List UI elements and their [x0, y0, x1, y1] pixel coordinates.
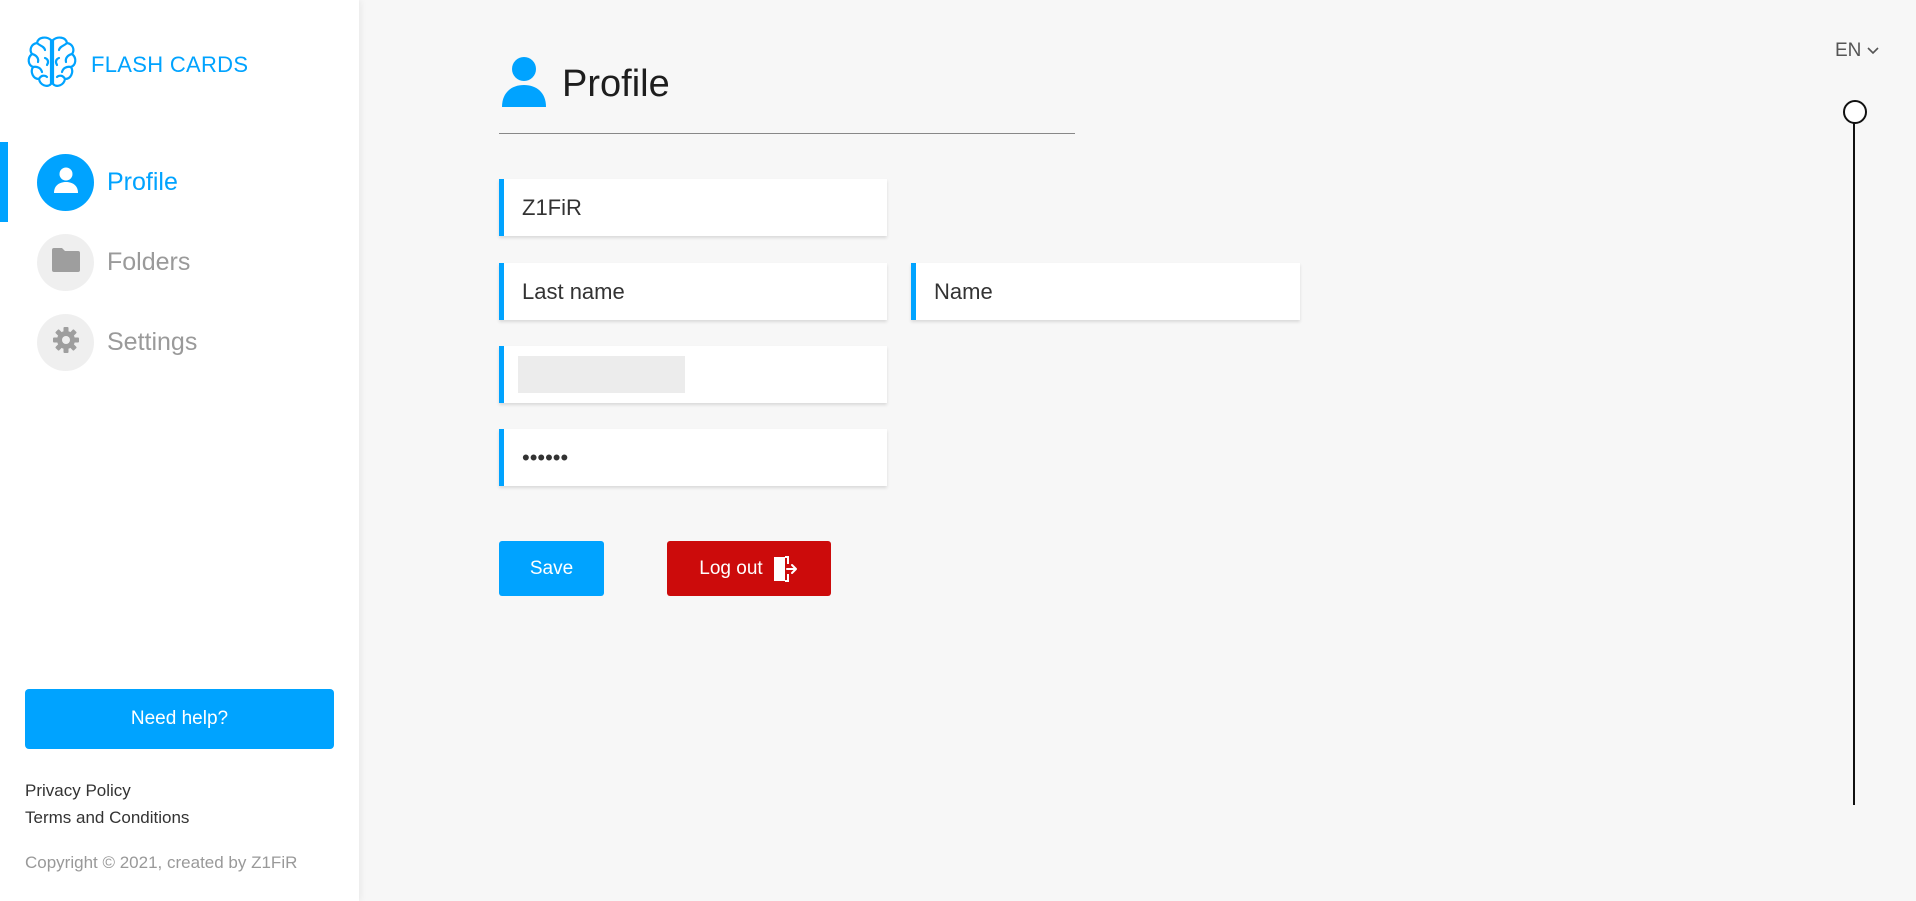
- profile-icon-circle: [37, 153, 94, 211]
- sidebar-item-label: Folders: [107, 247, 191, 276]
- folder-icon: [51, 247, 81, 278]
- first-name-field: [911, 263, 1300, 320]
- footer-links: Privacy Policy Terms and Conditions: [25, 777, 189, 831]
- terms-link[interactable]: Terms and Conditions: [25, 804, 189, 831]
- email-field[interactable]: [499, 346, 887, 403]
- password-input[interactable]: [504, 429, 887, 486]
- sidebar-item-profile[interactable]: Profile: [0, 142, 359, 222]
- logout-label: Log out: [699, 557, 763, 579]
- gear-icon: [51, 325, 81, 360]
- username-field: [499, 179, 887, 236]
- slider-handle[interactable]: [1843, 100, 1867, 124]
- folders-icon-circle: [37, 233, 94, 291]
- app-name: FLASH CARDS: [91, 51, 249, 77]
- user-icon: [51, 165, 81, 200]
- user-icon: [500, 56, 548, 113]
- copyright-text: Copyright © 2021, created by Z1FiR: [25, 853, 298, 872]
- sidebar-nav: Profile Folders Settings: [0, 142, 359, 382]
- app-logo[interactable]: FLASH CARDS: [26, 34, 248, 95]
- title-divider: [499, 133, 1075, 134]
- slider-track[interactable]: [1853, 123, 1855, 805]
- need-help-button[interactable]: Need help?: [25, 689, 334, 749]
- email-field-redacted: [518, 356, 685, 393]
- sidebar-item-folders[interactable]: Folders: [0, 222, 359, 302]
- page-title-text: Profile: [562, 63, 670, 105]
- last-name-input[interactable]: [504, 263, 887, 320]
- username-input[interactable]: [504, 179, 887, 236]
- save-button[interactable]: Save: [499, 541, 604, 596]
- logout-button[interactable]: Log out: [667, 541, 831, 596]
- sidebar-item-label: Profile: [107, 167, 178, 196]
- last-name-field: [499, 263, 887, 320]
- logout-door-icon: [771, 555, 799, 582]
- brain-icon: [26, 34, 78, 95]
- password-field: [499, 429, 887, 486]
- settings-icon-circle: [37, 313, 94, 371]
- sidebar: FLASH CARDS Profile Folders Settings Nee…: [0, 0, 359, 901]
- language-selector[interactable]: EN: [1835, 40, 1879, 62]
- page-title: Profile: [500, 56, 670, 113]
- privacy-policy-link[interactable]: Privacy Policy: [25, 777, 189, 804]
- active-indicator: [0, 142, 8, 222]
- chevron-down-icon: [1867, 47, 1879, 55]
- sidebar-item-settings[interactable]: Settings: [0, 302, 359, 382]
- language-label: EN: [1835, 40, 1862, 61]
- first-name-input[interactable]: [916, 263, 1300, 320]
- sidebar-item-label: Settings: [107, 327, 198, 356]
